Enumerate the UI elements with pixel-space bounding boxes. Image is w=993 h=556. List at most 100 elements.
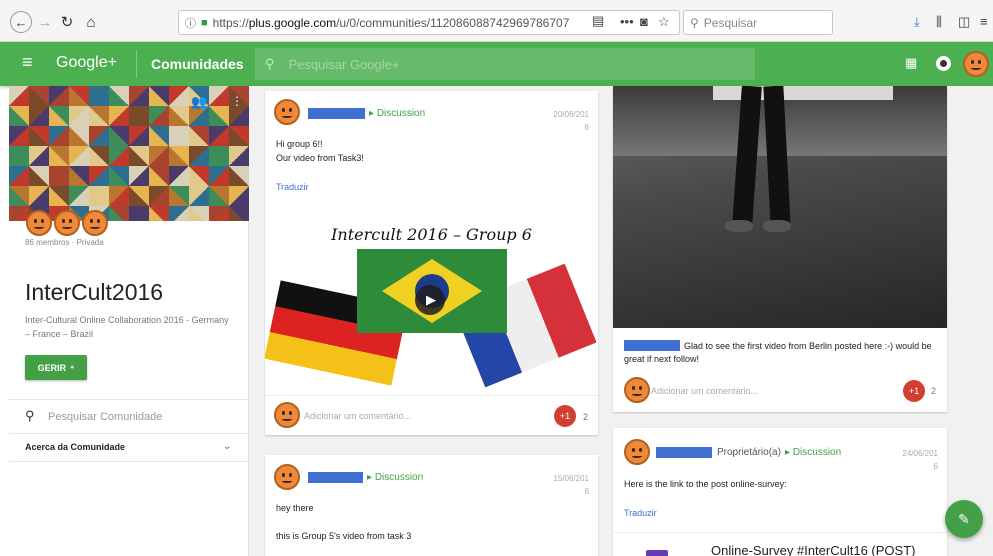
post-text-line: hey there <box>276 503 314 513</box>
quilt-tile <box>109 146 129 166</box>
download-icon[interactable]: ⤓ <box>914 14 920 30</box>
translate-link[interactable]: Traduzir <box>276 182 309 192</box>
address-bar[interactable]: ⓘ ■ https://plus.google.com/u/0/communit… <box>178 10 680 35</box>
gplus-search-input[interactable]: ⚲ Pesquisar Google+ <box>255 48 755 80</box>
library-icon[interactable]: ⫼ <box>936 14 942 30</box>
plus-one-button[interactable]: +1 <box>554 405 576 427</box>
menu-icon[interactable]: ≡ <box>980 14 988 29</box>
quilt-tile <box>209 206 229 221</box>
chevron-down-icon[interactable]: ⌄ <box>223 441 231 452</box>
quilt-tile <box>109 86 129 106</box>
quilt-tile <box>49 86 69 106</box>
apps-grid-icon[interactable]: ▦ <box>905 55 917 71</box>
quilt-tile <box>209 86 229 106</box>
quilt-tile <box>129 86 149 106</box>
search-icon: ⚲ <box>690 15 699 30</box>
search-icon: ⚲ <box>265 56 275 71</box>
quilt-tile <box>149 106 169 126</box>
about-community-toggle[interactable]: Acerca da Comunidade <box>25 442 125 452</box>
quilt-tile <box>169 106 189 126</box>
quilt-tile <box>149 186 169 206</box>
hamburger-icon[interactable]: ≡ <box>22 52 33 73</box>
info-icon[interactable]: ⓘ <box>185 15 196 31</box>
bookmark-star-icon[interactable]: ☆ <box>658 14 670 30</box>
divider <box>9 433 249 434</box>
quilt-tile <box>9 146 29 166</box>
play-icon[interactable]: ▶ <box>415 285 445 315</box>
author-avatar[interactable] <box>274 99 300 125</box>
translate-link[interactable]: Traduzir <box>624 508 657 518</box>
quilt-tile <box>49 166 69 186</box>
notifications-icon[interactable] <box>936 56 951 71</box>
quilt-tile <box>69 126 89 146</box>
section-title: Comunidades <box>151 56 244 72</box>
quilt-tile <box>189 126 209 146</box>
home-icon[interactable]: ⌂ <box>80 11 102 33</box>
sidebar-icon[interactable]: ◫ <box>958 14 970 30</box>
reload-button[interactable]: ↻ <box>56 11 78 33</box>
post-card: ▸ Discussion 15/06/201 6 hey there this i… <box>265 455 598 556</box>
back-button[interactable]: ← <box>10 11 32 33</box>
author-role: Proprietário(a) <box>717 447 781 458</box>
author-avatar[interactable] <box>624 439 650 465</box>
quilt-tile <box>169 166 189 186</box>
comment-input[interactable]: Adicionar um comentário... <box>651 386 758 396</box>
link-preview-title[interactable]: Online-Survey #InterCult16 (POST) <box>711 543 915 556</box>
video-thumbnail[interactable]: Intercult 2016 – Group 6 ▶ <box>265 213 598 393</box>
quilt-tile <box>9 106 29 126</box>
post-category[interactable]: ▸ Discussion <box>367 472 423 483</box>
url-text: https://plus.google.com/u/0/communities/… <box>212 15 570 30</box>
quilt-tile <box>149 166 169 186</box>
quilt-tile <box>109 126 129 146</box>
quilt-tile <box>49 146 69 166</box>
quilt-tile <box>89 106 109 126</box>
plus-one-count: 2 <box>931 386 937 396</box>
quilt-tile <box>89 126 109 146</box>
add-member-icon[interactable]: 👥 <box>191 94 207 110</box>
post-date: 20/06/201 6 <box>553 110 589 132</box>
quilt-tile <box>29 166 49 186</box>
quilt-tile <box>229 166 249 186</box>
more-options-icon[interactable]: ⋮ <box>231 94 243 108</box>
quilt-tile <box>229 146 249 166</box>
divider <box>9 399 249 400</box>
quilt-tile <box>189 206 209 221</box>
post-photo[interactable] <box>613 86 947 328</box>
page-actions-button[interactable]: ••• <box>620 14 634 29</box>
browser-toolbar: ← → ↻ ⌂ ⓘ ■ https://plus.google.com/u/0/… <box>0 0 993 42</box>
browser-search-input[interactable]: ⚲ Pesquisar <box>683 10 833 35</box>
member-avatar[interactable] <box>26 210 52 236</box>
pocket-icon[interactable]: ◙ <box>640 14 648 29</box>
commenter-avatar <box>624 377 650 403</box>
post-text: Here is the link to the post online-surv… <box>624 479 787 489</box>
quilt-tile <box>29 106 49 126</box>
quilt-tile <box>169 206 189 221</box>
community-sidebar: 👥 ⋮ 86 membros · Privada InterCult2016 I… <box>9 86 249 556</box>
post-card: Proprietário(a) ▸ Discussion 24/06/201 6 … <box>613 428 947 556</box>
quilt-tile <box>189 166 209 186</box>
member-avatar[interactable] <box>54 210 80 236</box>
post-category[interactable]: ▸ Discussion <box>785 447 841 458</box>
comment-input[interactable]: Adicionar um comentário... <box>304 411 411 421</box>
manage-button[interactable]: GERIR ● <box>25 355 87 380</box>
forward-button[interactable]: → <box>34 11 56 33</box>
divider <box>265 395 598 396</box>
quilt-tile <box>49 186 69 206</box>
post-card: Glad to see the first video from Berlin … <box>613 86 947 412</box>
reader-view-icon[interactable]: ▤ <box>592 13 604 29</box>
author-avatar[interactable] <box>274 464 300 490</box>
quilt-tile <box>169 86 189 106</box>
quilt-tile <box>129 186 149 206</box>
member-avatar[interactable] <box>82 210 108 236</box>
compose-pencil-icon[interactable]: ✎ <box>945 500 983 538</box>
community-search-input[interactable]: Pesquisar Comunidade <box>48 411 162 423</box>
account-avatar[interactable] <box>963 51 989 77</box>
gplus-logo[interactable]: Google+ <box>56 54 117 72</box>
community-cover-image <box>9 86 249 221</box>
plus-one-button[interactable]: +1 <box>903 380 925 402</box>
quilt-tile <box>169 186 189 206</box>
redacted-author-name <box>308 108 365 119</box>
quilt-tile <box>189 186 209 206</box>
quilt-tile <box>109 206 129 221</box>
post-category[interactable]: ▸ Discussion <box>369 108 425 119</box>
